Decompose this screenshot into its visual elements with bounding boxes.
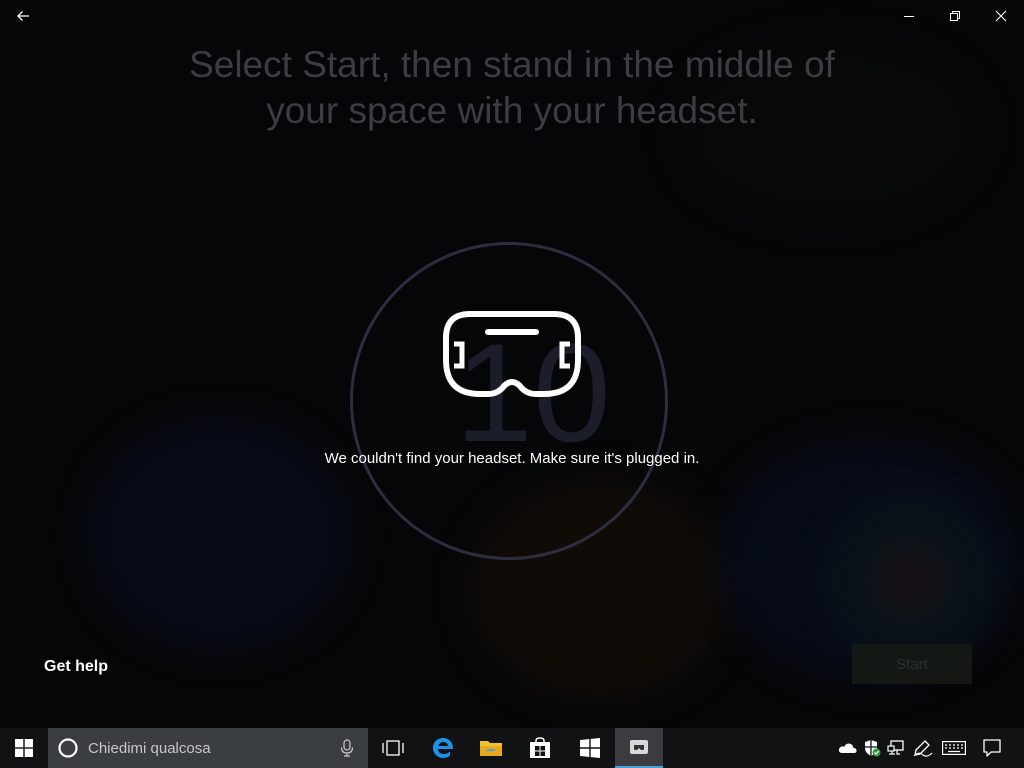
windows-start-icon: [15, 739, 33, 757]
network-tray-button[interactable]: [884, 728, 908, 768]
start-button-taskbar[interactable]: [0, 728, 48, 768]
vr-headset-icon: [443, 311, 581, 397]
mixed-reality-portal-icon: [580, 738, 600, 758]
close-icon: [995, 10, 1007, 22]
title-bar: [0, 0, 1024, 32]
action-center-icon: [983, 739, 1001, 757]
background-blob: [880, 550, 940, 610]
edge-taskbar-button[interactable]: [419, 728, 467, 768]
minimize-button[interactable]: [886, 0, 932, 32]
search-placeholder: Chiedimi qualcosa: [88, 739, 211, 757]
restore-icon: [950, 11, 960, 21]
cortana-icon: [58, 738, 78, 758]
restore-button[interactable]: [932, 0, 978, 32]
microphone-icon[interactable]: [340, 739, 354, 757]
page-title-line: your space with your headset.: [266, 90, 758, 131]
page-title-line: Select Start, then stand in the middle o…: [189, 44, 835, 85]
file-explorer-icon: [480, 741, 502, 756]
onedrive-tray-button[interactable]: [834, 728, 860, 768]
active-app-taskbar-button[interactable]: [615, 728, 663, 768]
mixed-reality-setup-window: Select Start, then stand in the middle o…: [0, 0, 1024, 728]
touch-keyboard-icon: [942, 741, 966, 755]
windows-defender-icon: [865, 740, 881, 757]
get-help-link[interactable]: Get help: [44, 656, 108, 678]
windows-defender-tray-button[interactable]: [860, 728, 884, 768]
active-app-icon: [630, 740, 648, 754]
headset-not-found-message: We couldn't find your headset. Make sure…: [324, 450, 700, 467]
store-icon: [530, 737, 550, 758]
back-button[interactable]: [0, 0, 46, 32]
action-center-button[interactable]: [978, 728, 1006, 768]
task-view-button[interactable]: [370, 728, 416, 768]
touch-keyboard-tray-button[interactable]: [939, 728, 969, 768]
pen-ink-tray-button[interactable]: [910, 728, 936, 768]
file-explorer-taskbar-button[interactable]: [467, 728, 515, 768]
close-button[interactable]: [978, 0, 1024, 32]
back-arrow-icon: [17, 11, 29, 21]
page-title: Select Start, then stand in the middle o…: [0, 42, 1024, 134]
search-box[interactable]: Chiedimi qualcosa: [48, 728, 368, 768]
onedrive-icon: [838, 743, 857, 753]
taskbar: Chiedimi qualcosa: [0, 728, 1024, 768]
minimize-icon: [904, 16, 914, 17]
pen-ink-icon: [913, 740, 933, 757]
mixed-reality-taskbar-button[interactable]: [565, 728, 615, 768]
start-button[interactable]: Start: [852, 644, 972, 684]
task-view-icon: [382, 740, 404, 756]
edge-icon: [433, 738, 454, 758]
store-taskbar-button[interactable]: [515, 728, 565, 768]
network-icon: [887, 740, 904, 755]
